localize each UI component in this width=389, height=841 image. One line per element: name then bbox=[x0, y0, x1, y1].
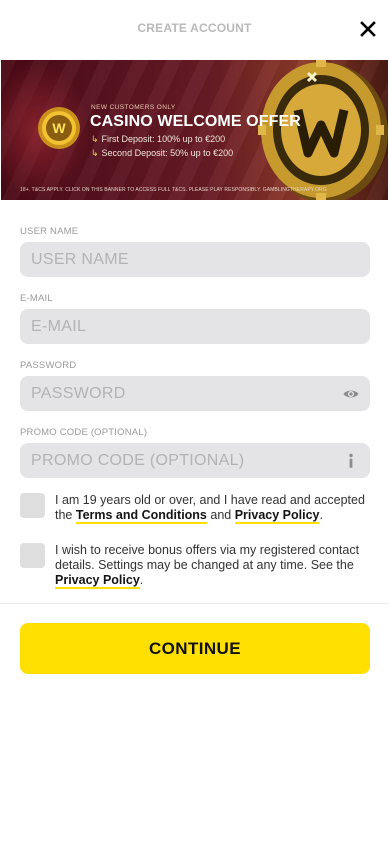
close-button[interactable] bbox=[357, 18, 379, 40]
welcome-offer-banner[interactable]: W NEW CUSTOMERS ONLY CASINO WELCOME OFFE… bbox=[1, 60, 388, 200]
email-input[interactable] bbox=[20, 309, 370, 344]
marketing-consent-checkbox[interactable] bbox=[20, 543, 45, 568]
privacy-policy-link[interactable]: Privacy Policy bbox=[55, 573, 140, 589]
eye-icon bbox=[343, 390, 359, 398]
username-input[interactable] bbox=[20, 242, 370, 277]
divider bbox=[0, 603, 389, 604]
terms-and-conditions-link[interactable]: Terms and Conditions bbox=[75, 508, 207, 524]
marketing-consent-text: I wish to receive bonus offers via my re… bbox=[55, 543, 375, 589]
promo-code-input[interactable] bbox=[20, 443, 370, 478]
marketing-consent-text-part: . bbox=[139, 573, 144, 587]
password-label: PASSWORD bbox=[20, 360, 77, 371]
banner-footnote: 18+. T&CS APPLY. CLICK ON THIS BANNER TO… bbox=[20, 187, 327, 193]
email-label: E-MAIL bbox=[20, 293, 53, 304]
toggle-password-visibility[interactable] bbox=[342, 385, 360, 403]
close-icon bbox=[360, 21, 376, 37]
age-consent-text-part: . bbox=[319, 508, 323, 522]
age-consent-text-part: and bbox=[206, 508, 235, 522]
marketing-consent-text-part: I wish to receive bonus offers via my re… bbox=[55, 543, 360, 572]
promo-code-label: PROMO CODE (OPTIONAL) bbox=[20, 427, 148, 438]
username-label: USER NAME bbox=[20, 226, 79, 237]
banner-offer-text: First Deposit: 100% up to €200 bbox=[101, 134, 226, 144]
logo-letter: W bbox=[52, 120, 66, 136]
modal-header: CREATE ACCOUNT bbox=[0, 0, 389, 58]
password-input[interactable] bbox=[20, 376, 370, 411]
banner-title: CASINO WELCOME OFFER bbox=[90, 113, 301, 130]
age-consent-text: I am 19 years old or over, and I have re… bbox=[55, 493, 375, 524]
banner-offer-line: ↳ First Deposit: 100% up to €200 bbox=[91, 134, 225, 145]
info-icon bbox=[349, 453, 353, 468]
page-title: CREATE ACCOUNT bbox=[137, 21, 252, 35]
brand-logo-coin-icon: W bbox=[38, 107, 80, 149]
continue-button[interactable]: CONTINUE bbox=[20, 623, 370, 674]
banner-offer-line: ↳ Second Deposit: 50% up to €200 bbox=[91, 148, 233, 159]
arrow-icon: ↳ bbox=[91, 134, 99, 144]
arrow-icon: ↳ bbox=[91, 148, 99, 158]
promo-info-button[interactable] bbox=[342, 452, 360, 470]
banner-eyebrow: NEW CUSTOMERS ONLY bbox=[91, 104, 176, 111]
age-consent-checkbox[interactable] bbox=[20, 493, 45, 518]
privacy-policy-link[interactable]: Privacy Policy bbox=[234, 508, 320, 524]
banner-offer-text: Second Deposit: 50% up to €200 bbox=[101, 148, 234, 158]
